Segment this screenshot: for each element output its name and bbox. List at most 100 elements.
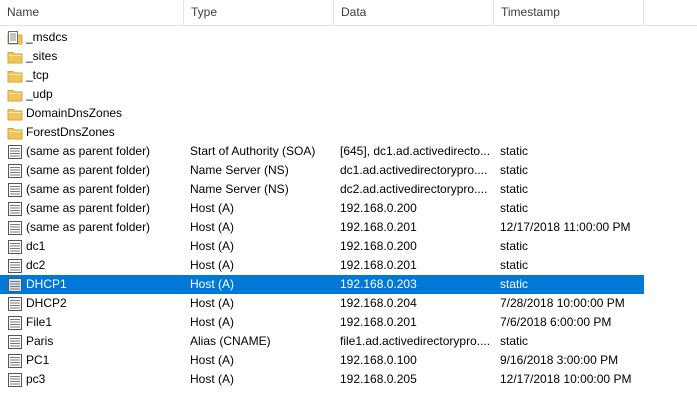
cell-name: dc2 (0, 256, 184, 275)
table-row[interactable]: _sites (0, 47, 644, 66)
table-row[interactable]: (same as parent folder) Host (A) 192.168.0… (0, 199, 644, 218)
cell-type (184, 104, 334, 123)
table-row[interactable]: _udp (0, 85, 644, 104)
table-row[interactable]: (same as parent folder) Name Server (NS) d… (0, 180, 644, 199)
cell-type (184, 66, 334, 85)
table-row[interactable]: (same as parent folder) Name Server (NS) d… (0, 161, 644, 180)
table-row[interactable]: _tcp (0, 66, 644, 85)
table-row[interactable]: (same as parent folder) Start of Authorit… (0, 142, 644, 161)
record-name: _msdcs (26, 30, 68, 44)
record-icon (8, 144, 22, 159)
record-icon (8, 334, 22, 349)
table-row[interactable]: ForestDnsZones (0, 123, 644, 142)
table-row[interactable]: _msdcs (0, 28, 644, 47)
cell-type: Host (A) (190, 258, 235, 272)
record-name: File1 (26, 315, 53, 329)
record-name: DHCP1 (26, 277, 67, 291)
cell-data (334, 104, 494, 123)
record-name: _tcp (26, 68, 49, 82)
column-header-timestamp[interactable]: Timestamp (494, 0, 644, 25)
record-name: dc2 (26, 258, 46, 272)
cell-name: (same as parent folder) (0, 161, 184, 180)
zone-icon (7, 30, 23, 44)
cell-data: 192.168.0.201 (340, 315, 417, 329)
table-row[interactable]: dc2 Host (A) 192.168.0.201 static (0, 256, 644, 275)
table-row[interactable]: DHCP2 Host (A) 192.168.0.204 7/28/2018 10:0… (0, 294, 644, 313)
cell-data: 192.168.0.203 (340, 277, 417, 291)
cell-name: _sites (0, 47, 184, 66)
cell-type: Start of Authority (SOA) (190, 144, 316, 158)
cell-data: dc1.ad.activedirectorypro.... (340, 163, 488, 177)
record-name: (same as parent folder) (26, 144, 151, 158)
cell-data: file1.ad.activedirectorypro.... (340, 334, 491, 348)
cell-timestamp: static (500, 334, 529, 348)
record-icon (8, 220, 22, 235)
cell-data: 192.168.0.201 (340, 220, 417, 234)
column-header-name[interactable]: Name (0, 0, 184, 25)
cell-data: 192.168.0.200 (340, 201, 417, 215)
cell-timestamp: static (500, 239, 529, 253)
cell-name: _msdcs (0, 28, 184, 47)
cell-timestamp: static (500, 201, 529, 215)
cell-name: File1 (0, 313, 184, 332)
cell-type: Host (A) (190, 239, 235, 253)
cell-data: dc2.ad.activedirectorypro.... (340, 182, 488, 196)
record-icon (8, 372, 22, 387)
table-row[interactable]: pc3 Host (A) 192.168.0.205 12/17/2018 10:00… (0, 370, 644, 389)
record-name: DHCP2 (26, 296, 67, 310)
cell-name: (same as parent folder) (0, 180, 184, 199)
table-row[interactable]: Paris Alias (CNAME) file1.ad.activedirecto… (0, 332, 644, 351)
cell-data: [645], dc1.ad.activedirecto... (340, 144, 491, 158)
table-row[interactable]: PC1 Host (A) 192.168.0.100 9/16/2018 3:00:0… (0, 351, 644, 370)
cell-timestamp (494, 123, 644, 142)
cell-type: Alias (CNAME) (190, 334, 271, 348)
cell-type: Host (A) (190, 277, 235, 291)
cell-name: dc1 (0, 237, 184, 256)
cell-timestamp: static (500, 182, 529, 196)
record-name: Paris (26, 334, 54, 348)
cell-name: PC1 (0, 351, 184, 370)
record-name: dc1 (26, 239, 46, 253)
cell-type: Host (A) (190, 353, 235, 367)
cell-name: DHCP1 (0, 275, 184, 294)
cell-name: DHCP2 (0, 294, 184, 313)
table-row[interactable]: dc1 Host (A) 192.168.0.200 static (0, 237, 644, 256)
record-icon (8, 277, 22, 292)
folder-icon (7, 127, 23, 139)
record-name: _sites (26, 49, 58, 63)
table-row[interactable]: (same as parent folder) Host (A) 192.168.0… (0, 218, 644, 237)
record-icon (8, 201, 22, 216)
record-name: _udp (26, 87, 53, 101)
cell-name: (same as parent folder) (0, 199, 184, 218)
cell-type: Name Server (NS) (190, 182, 289, 196)
folder-icon (7, 70, 23, 82)
cell-data (334, 47, 494, 66)
table-row[interactable]: File1 Host (A) 192.168.0.201 7/6/2018 6:00:… (0, 313, 644, 332)
cell-data (334, 28, 494, 47)
cell-name: (same as parent folder) (0, 142, 184, 161)
record-icon (8, 296, 22, 311)
cell-timestamp: 12/17/2018 10:00:00 PM (500, 372, 632, 386)
table-row[interactable]: DHCP1 Host (A) 192.168.0.203 static (0, 275, 644, 294)
record-name: (same as parent folder) (26, 163, 151, 177)
column-header-filler (644, 0, 697, 25)
table-row[interactable]: DomainDnsZones (0, 104, 644, 123)
cell-type (184, 47, 334, 66)
cell-timestamp (494, 28, 644, 47)
cell-type: Host (A) (190, 201, 235, 215)
folder-icon (7, 108, 23, 120)
cell-timestamp (494, 85, 644, 104)
cell-timestamp: 7/28/2018 10:00:00 PM (500, 296, 625, 310)
record-name: PC1 (26, 353, 50, 367)
record-name: (same as parent folder) (26, 201, 151, 215)
record-name: DomainDnsZones (26, 106, 123, 120)
cell-name: ForestDnsZones (0, 123, 184, 142)
cell-data: 192.168.0.201 (340, 258, 417, 272)
cell-data (334, 123, 494, 142)
dns-record-list: Name Type Data Timestamp _msdcs _sites _tc… (0, 0, 697, 416)
folder-icon (7, 51, 23, 63)
column-header-data[interactable]: Data (334, 0, 494, 25)
column-header-type[interactable]: Type (184, 0, 334, 25)
record-name: (same as parent folder) (26, 220, 151, 234)
cell-name: pc3 (0, 370, 184, 389)
